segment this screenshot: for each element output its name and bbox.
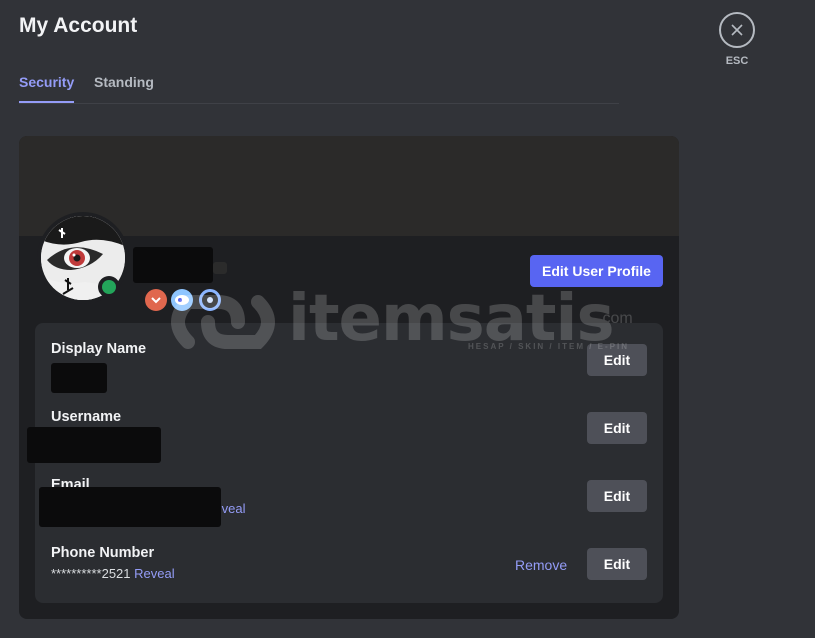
- username-label: Username: [51, 409, 122, 425]
- online-status-icon: [102, 280, 116, 294]
- esc-label: ESC: [725, 55, 749, 67]
- display-name-label: Display Name: [51, 341, 147, 357]
- close-button[interactable]: [719, 12, 755, 48]
- edit-phone-button[interactable]: Edit: [587, 548, 647, 580]
- profile-banner: [19, 136, 679, 236]
- redacted-email: [39, 487, 221, 527]
- phone-reveal-link[interactable]: Reveal: [134, 566, 174, 581]
- nitro-badge-icon[interactable]: [171, 289, 193, 311]
- tab-standing[interactable]: Standing: [94, 74, 154, 101]
- page-title: My Account: [19, 14, 138, 37]
- redacted-username: [133, 247, 213, 283]
- phone-number-value: **********2521 Reveal: [51, 566, 175, 581]
- edit-user-profile-button[interactable]: Edit User Profile: [530, 255, 663, 287]
- username-field: Username: [51, 409, 121, 425]
- close-icon: [731, 24, 743, 36]
- account-info-panel: Display Name Edit Username Edit Email Re…: [27, 323, 663, 603]
- edit-email-button[interactable]: Edit: [587, 480, 647, 512]
- redacted-username-tail: [213, 262, 227, 274]
- edit-display-name-button[interactable]: Edit: [587, 344, 647, 376]
- tab-bar: Security Standing: [19, 72, 619, 104]
- phone-number-label: Phone Number: [51, 545, 155, 561]
- edit-username-button[interactable]: Edit: [587, 412, 647, 444]
- redacted-username-value: [27, 427, 161, 463]
- remove-phone-link[interactable]: Remove: [515, 557, 567, 573]
- redacted-display-name: [51, 363, 107, 393]
- phone-number-field: Phone Number **********2521 Reveal: [51, 545, 175, 581]
- display-name-field: Display Name: [51, 341, 146, 357]
- phone-number-masked: **********2521: [51, 566, 131, 581]
- quest-badge-icon[interactable]: [145, 289, 167, 311]
- account-card: Edit User Profile Display Name Edit User…: [19, 136, 679, 619]
- tab-security[interactable]: Security: [19, 74, 75, 103]
- boost-badge-icon[interactable]: [199, 289, 221, 311]
- close-control: ESC: [719, 12, 755, 67]
